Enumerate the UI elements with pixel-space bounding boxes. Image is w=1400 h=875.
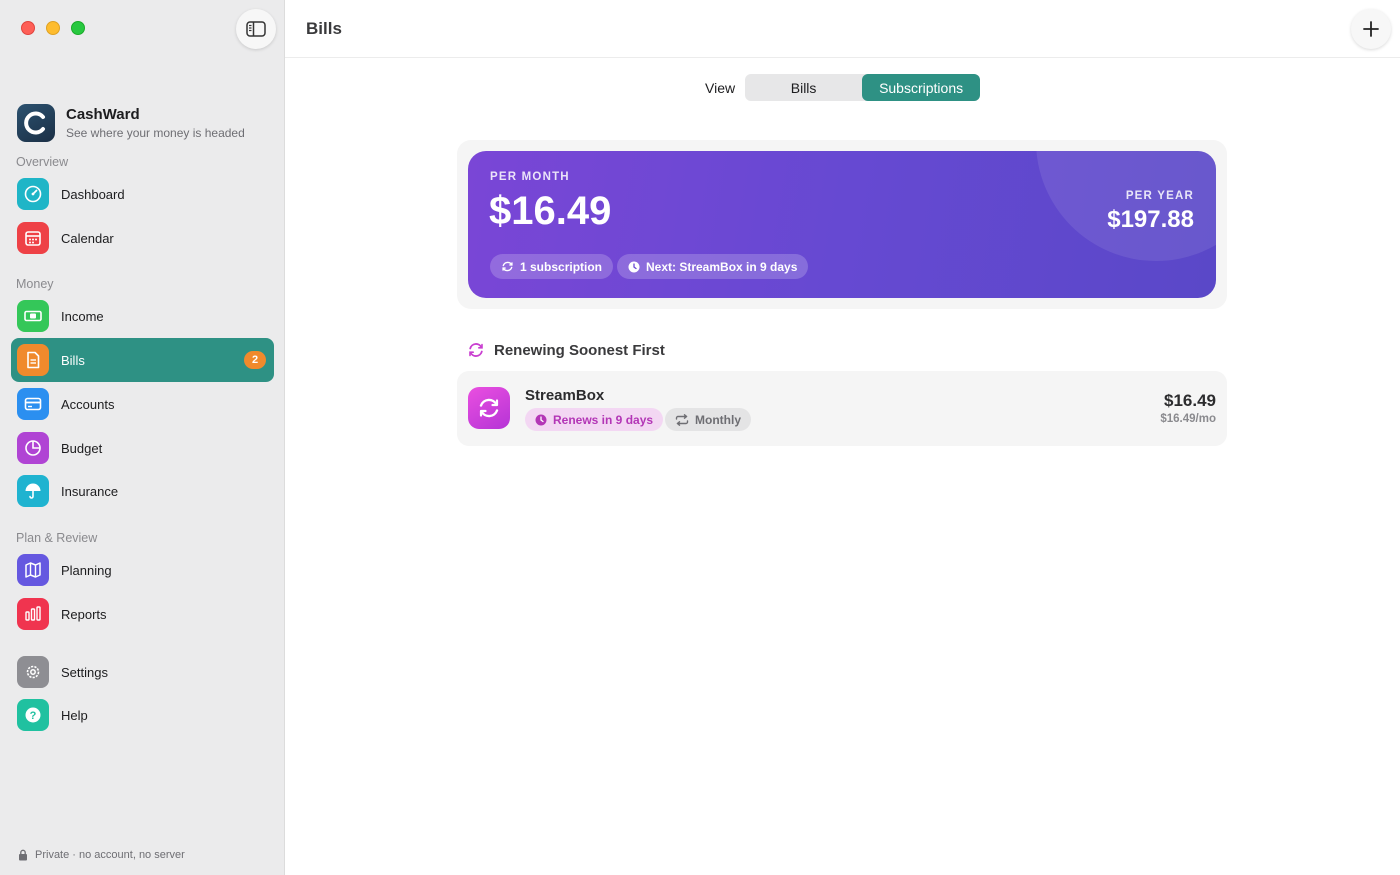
sidebar-icon [246, 21, 266, 37]
gauge-icon [17, 178, 49, 210]
minimize-window-button[interactable] [46, 21, 60, 35]
sidebar-item-label: Planning [61, 562, 112, 578]
sidebar-item-label: Calendar [61, 230, 114, 246]
lock-icon [19, 849, 27, 861]
subscription-name: StreamBox [525, 387, 605, 404]
sidebar-item-income[interactable]: Income [11, 294, 274, 338]
document-icon [17, 344, 49, 376]
svg-text:?: ? [30, 710, 37, 722]
plus-icon [1363, 21, 1379, 37]
segment-subscriptions[interactable]: Subscriptions [862, 74, 981, 101]
refresh-icon [502, 261, 513, 272]
sidebar-item-label: Bills [61, 352, 85, 368]
sidebar-item-label: Settings [61, 664, 108, 680]
map-icon [17, 554, 49, 586]
brand: CashWard See where your money is headed [17, 104, 245, 142]
subscription-per-month: $16.49/mo [1160, 413, 1216, 425]
sidebar-item-label: Accounts [61, 396, 115, 412]
clock-icon [628, 261, 640, 272]
bills-count-badge: 2 [244, 351, 266, 369]
next-renewal-text: Next: StreamBox in 9 days [646, 259, 798, 274]
section-plan-review: Plan & Review [16, 531, 98, 545]
sidebar-item-accounts[interactable]: Accounts [11, 382, 274, 426]
sidebar-item-budget[interactable]: Budget [11, 426, 274, 470]
close-window-button[interactable] [21, 21, 35, 35]
list-heading: Renewing Soonest First [467, 341, 665, 359]
subscription-count-chip: 1 subscription [490, 254, 614, 279]
sidebar-item-label: Income [61, 308, 104, 324]
sidebar-item-calendar[interactable]: Calendar [11, 216, 274, 260]
sidebar-item-label: Reports [61, 606, 107, 622]
view-switch: View Bills Subscriptions [705, 74, 981, 101]
list-heading-text: Renewing Soonest First [494, 341, 665, 359]
summary-container: PER MONTH $16.49 PER YEAR $197.88 1 subs… [457, 140, 1227, 309]
sidebar-item-label: Budget [61, 440, 103, 456]
per-month-label: PER MONTH [490, 171, 570, 183]
sidebar: CashWard See where your money is headed … [0, 0, 285, 875]
subscription-amount: $16.49 [1164, 391, 1216, 410]
segment-bills[interactable]: Bills [745, 74, 862, 101]
per-month-amount: $16.49 [489, 189, 612, 233]
per-year-label: PER YEAR [1125, 190, 1194, 202]
subscription-count-text: 1 subscription [520, 259, 603, 274]
page-title: Bills [306, 19, 342, 38]
sidebar-item-label: Insurance [61, 483, 119, 499]
renewal-text: Renews in 9 days [553, 412, 654, 427]
toolbar: Bills [285, 0, 1400, 58]
renewal-pill: Renews in 9 days [525, 408, 664, 431]
section-money: Money [16, 277, 54, 291]
umbrella-icon [17, 475, 49, 507]
view-switch-caption: View [705, 79, 736, 96]
card-icon [17, 388, 49, 420]
question-icon: ? [17, 699, 49, 731]
pie-icon [17, 432, 49, 464]
calendar-icon [17, 222, 49, 254]
section-overview: Overview [16, 155, 69, 169]
app-tagline: See where your money is headed [66, 126, 245, 140]
privacy-note-text: Private · no account, no server [35, 849, 185, 861]
subscription-refresh-icon [468, 387, 510, 429]
app-logo [17, 104, 55, 142]
sidebar-item-help[interactable]: ? Help [11, 693, 274, 737]
gear-icon [17, 656, 49, 688]
view-segmented-control: Bills Subscriptions [745, 74, 981, 101]
window-controls [21, 21, 85, 35]
bar-chart-icon [17, 598, 49, 630]
sidebar-item-reports[interactable]: Reports [11, 592, 274, 636]
app-name: CashWard [66, 106, 140, 123]
clock-icon [535, 414, 547, 425]
add-button[interactable] [1351, 9, 1391, 49]
banknote-icon [17, 300, 49, 332]
repeat-icon [675, 413, 689, 426]
privacy-note: Private · no account, no server [18, 849, 185, 861]
sidebar-item-planning[interactable]: Planning [11, 548, 274, 592]
per-year-amount: $197.88 [1107, 206, 1194, 233]
refresh-icon [469, 343, 483, 357]
zoom-window-button[interactable] [71, 21, 85, 35]
sidebar-toggle-button[interactable] [236, 9, 276, 49]
sidebar-item-label: Help [61, 707, 88, 723]
sidebar-item-bills[interactable]: Bills 2 [11, 338, 274, 382]
next-renewal-chip: Next: StreamBox in 9 days [617, 254, 809, 279]
sidebar-item-insurance[interactable]: Insurance [11, 469, 274, 513]
sidebar-item-label: Dashboard [61, 186, 125, 202]
sidebar-item-settings[interactable]: Settings [11, 650, 274, 694]
billing-cycle-pill: Monthly [665, 408, 751, 431]
subscription-row[interactable]: StreamBox Renews in 9 days Monthly $16.4… [457, 371, 1227, 446]
sidebar-item-dashboard[interactable]: Dashboard [11, 172, 274, 216]
summary-card: PER MONTH $16.49 PER YEAR $197.88 1 subs… [468, 151, 1216, 298]
billing-cycle-text: Monthly [695, 412, 741, 427]
